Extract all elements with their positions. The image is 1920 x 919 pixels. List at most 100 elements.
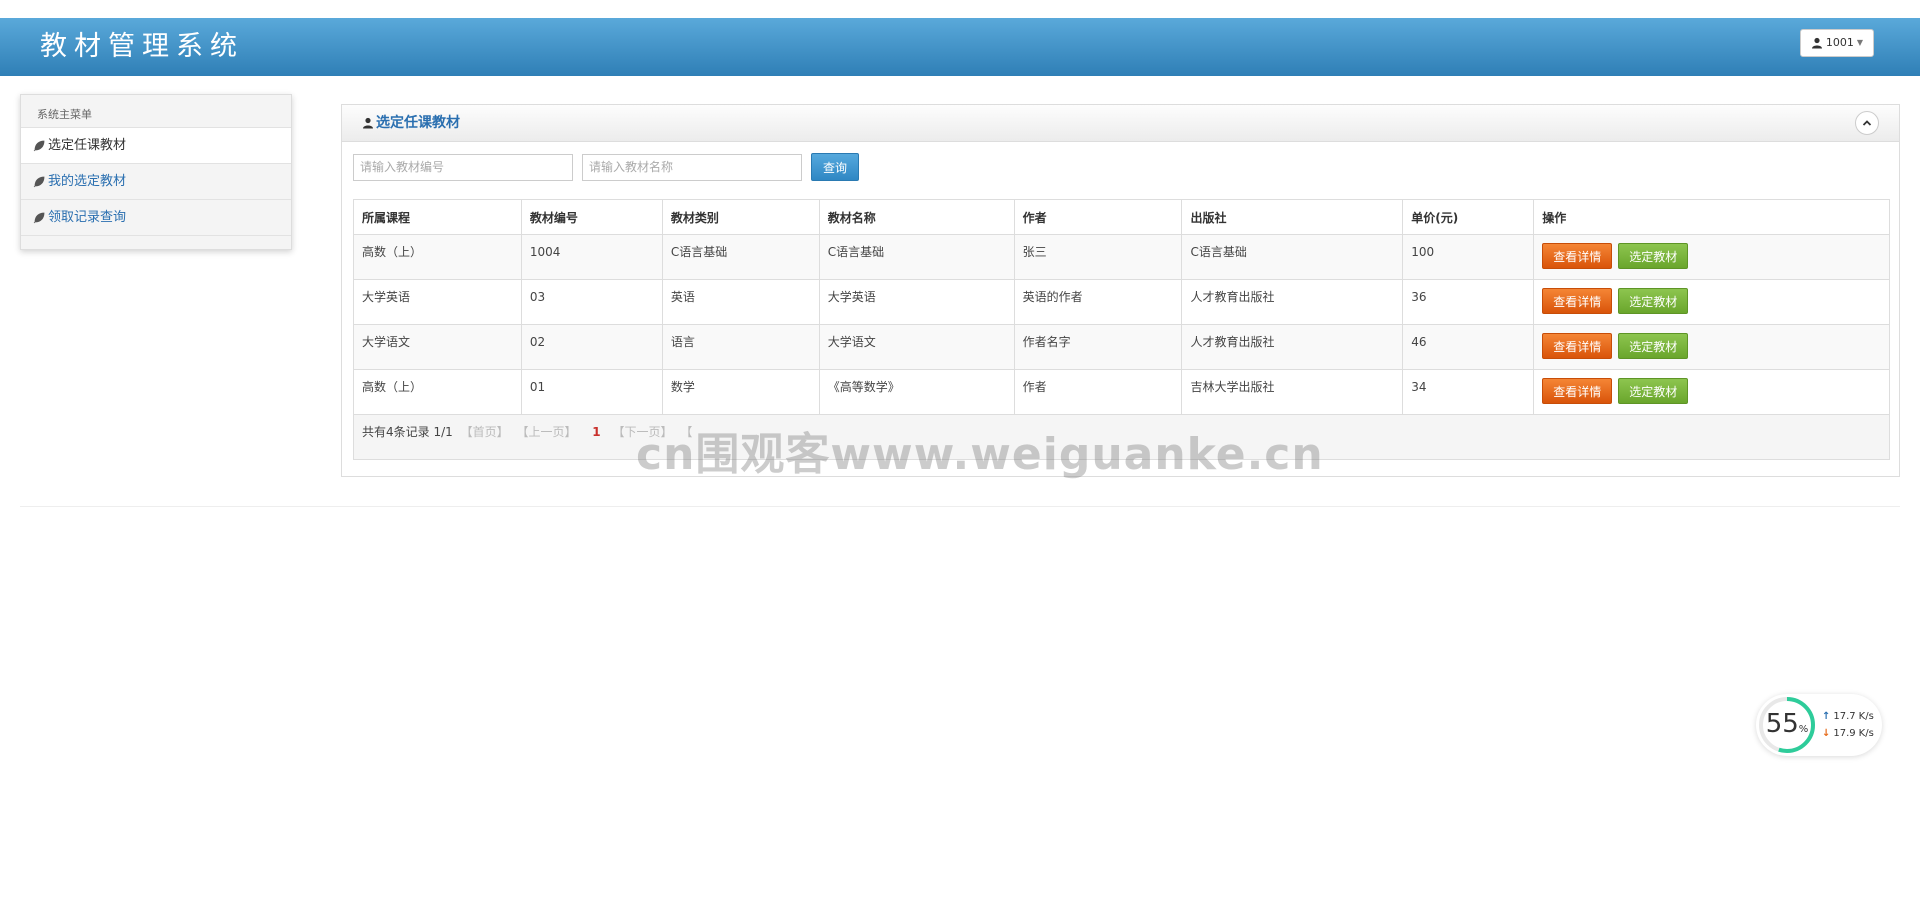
search-bar: 查询 (353, 153, 859, 181)
textbook-panel: 选定任课教材 查询 所属课程 教材编号 教材类别 教材名称 作者 出版社 单价(… (341, 104, 1900, 477)
pager-row: 共有4条记录 1/1 【首页】 【上一页】 1 【下一页】 【 (353, 414, 1890, 460)
leaf-icon (33, 176, 45, 187)
user-icon (1811, 37, 1822, 49)
cell-author: 作者名字 (1013, 324, 1183, 370)
table-header-row: 所属课程 教材编号 教材类别 教材名称 作者 出版社 单价(元) 操作 (353, 199, 1890, 235)
cell-code: 03 (520, 279, 663, 325)
cell-category: C语言基础 (661, 234, 820, 280)
panel-title: 选定任课教材 (362, 105, 460, 141)
leaf-icon (33, 140, 45, 151)
panel-title-text: 选定任课教材 (376, 115, 460, 131)
column-header: 操作 (1533, 199, 1890, 235)
table-row: 大学语文 02 语言 大学语文 作者名字 人才教育出版社 46 查看详情 选定教材 (353, 324, 1890, 370)
cell-actions: 查看详情 选定教材 (1533, 234, 1890, 280)
user-menu-label: 1001 (1825, 36, 1854, 49)
cell-name: 大学英语 (818, 279, 1015, 325)
pager-prev-link[interactable]: 【上一页】 (516, 425, 576, 439)
cell-author: 作者 (1013, 369, 1183, 415)
cell-publisher: 人才教育出版社 (1181, 279, 1404, 325)
cell-category: 英语 (661, 279, 820, 325)
table-row: 高数（上） 01 数学 《高等数学》 作者 吉林大学出版社 34 查看详情 选定教… (353, 369, 1890, 415)
pager-current-page: 1 (592, 425, 601, 439)
select-textbook-button[interactable]: 选定教材 (1618, 333, 1689, 359)
column-header: 作者 (1013, 199, 1183, 235)
cell-author: 张三 (1013, 234, 1183, 280)
download-value: 17.9 (1833, 728, 1856, 739)
sidebar-item-my-textbooks[interactable]: 我的选定教材 (21, 163, 291, 199)
sidebar-item-pickup-records[interactable]: 领取记录查询 (21, 199, 291, 235)
column-header: 所属课程 (353, 199, 522, 235)
view-details-button[interactable]: 查看详情 (1542, 243, 1613, 269)
cell-publisher: 吉林大学出版社 (1181, 369, 1404, 415)
collapse-button[interactable] (1855, 111, 1879, 135)
upload-speed: ↑ 17.7 K/s (1822, 711, 1874, 722)
usage-percent: 55% (1764, 708, 1810, 746)
footer-divider (20, 506, 1900, 507)
textbook-code-input[interactable] (353, 153, 573, 181)
cell-actions: 查看详情 选定教材 (1533, 324, 1890, 370)
usage-percent-unit: % (1798, 724, 1809, 735)
download-speed: ↓ 17.9 K/s (1822, 728, 1874, 739)
cell-price: 46 (1402, 324, 1535, 370)
view-details-button[interactable]: 查看详情 (1542, 288, 1613, 314)
select-textbook-button[interactable]: 选定教材 (1618, 243, 1689, 269)
cell-course: 高数（上） (353, 369, 522, 415)
cell-name: C语言基础 (818, 234, 1015, 280)
cell-actions: 查看详情 选定教材 (1533, 279, 1890, 325)
cell-course: 大学英语 (353, 279, 522, 325)
sidebar-item-label: 领取记录查询 (48, 209, 127, 225)
table-row: 高数（上） 1004 C语言基础 C语言基础 张三 C语言基础 100 查看详情… (353, 234, 1890, 280)
pager-first-link[interactable]: 【首页】 (461, 425, 509, 439)
cell-price: 36 (1402, 279, 1535, 325)
table-row: 大学英语 03 英语 大学英语 英语的作者 人才教育出版社 36 查看详情 选定教… (353, 279, 1890, 325)
cell-course: 高数（上） (353, 234, 522, 280)
cell-name: 大学语文 (818, 324, 1015, 370)
download-unit: K/s (1858, 728, 1874, 739)
panel-header: 选定任课教材 (342, 105, 1899, 142)
pager-summary: 共有4条记录 1/1 (362, 425, 453, 439)
column-header: 教材名称 (818, 199, 1015, 235)
upload-unit: K/s (1858, 711, 1874, 722)
pager-next-link[interactable]: 【下一页】 (612, 425, 672, 439)
cell-course: 大学语文 (353, 324, 522, 370)
column-header: 教材编号 (520, 199, 663, 235)
cell-author: 英语的作者 (1013, 279, 1183, 325)
arrow-down-icon: ↓ (1822, 728, 1831, 739)
cell-price: 34 (1402, 369, 1535, 415)
app-title: 教材管理系统 (40, 31, 244, 62)
select-textbook-button[interactable]: 选定教材 (1618, 288, 1689, 314)
cell-price: 100 (1402, 234, 1535, 280)
sidebar-item-label: 选定任课教材 (48, 137, 127, 153)
view-details-button[interactable]: 查看详情 (1542, 378, 1613, 404)
cell-name: 《高等数学》 (818, 369, 1015, 415)
cell-category: 语言 (661, 324, 820, 370)
usage-percent-value: 55 (1765, 709, 1799, 739)
chevron-down-icon: ▼ (1856, 38, 1863, 47)
cell-category: 数学 (661, 369, 820, 415)
chevron-up-icon (1862, 120, 1872, 126)
select-textbook-button[interactable]: 选定教材 (1618, 378, 1689, 404)
user-menu-button[interactable]: 1001 ▼ (1799, 29, 1874, 57)
sidebar-header: 系统主菜单 (37, 108, 92, 121)
arrow-up-icon: ↑ (1822, 711, 1831, 722)
cell-publisher: C语言基础 (1181, 234, 1404, 280)
column-header: 单价(元) (1402, 199, 1535, 235)
column-header: 出版社 (1181, 199, 1404, 235)
user-icon (363, 117, 373, 129)
sidebar-item-select-textbook[interactable]: 选定任课教材 (21, 127, 291, 163)
network-speed-widget[interactable]: 55% ↑ 17.7 K/s ↓ 17.9 K/s (1756, 694, 1882, 756)
sidebar-footer (21, 235, 291, 256)
textbook-table: 所属课程 教材编号 教材类别 教材名称 作者 出版社 单价(元) 操作 高数（上… (353, 199, 1890, 460)
cell-code: 01 (520, 369, 663, 415)
cell-actions: 查看详情 选定教材 (1533, 369, 1890, 415)
cell-publisher: 人才教育出版社 (1181, 324, 1404, 370)
leaf-icon (33, 212, 45, 223)
pager-last-link[interactable]: 【 (680, 425, 692, 439)
top-banner: 教材管理系统 1001 ▼ (0, 18, 1920, 76)
pagination: 共有4条记录 1/1 【首页】 【上一页】 1 【下一页】 【 (353, 414, 1890, 460)
query-button[interactable]: 查询 (811, 153, 859, 181)
cell-code: 1004 (520, 234, 663, 280)
view-details-button[interactable]: 查看详情 (1542, 333, 1613, 359)
textbook-name-input[interactable] (582, 153, 802, 181)
sidebar-item-label: 我的选定教材 (48, 173, 127, 189)
